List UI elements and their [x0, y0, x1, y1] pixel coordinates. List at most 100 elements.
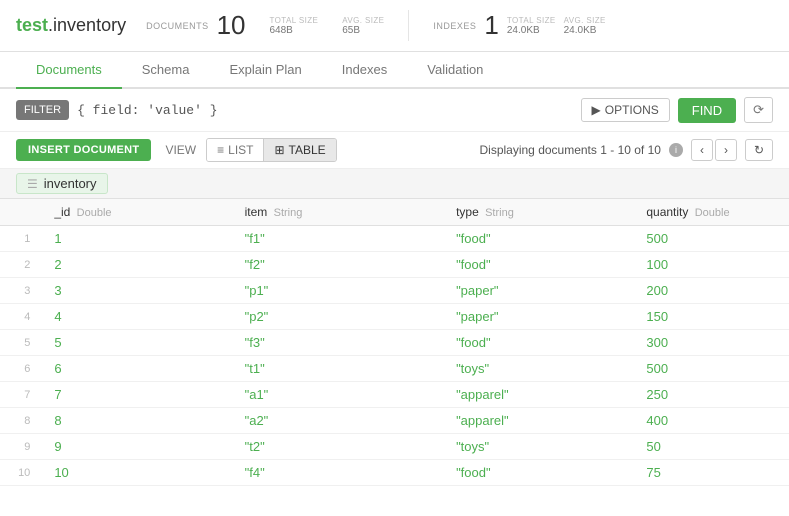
find-button[interactable]: FIND: [678, 98, 736, 123]
row-number: 2: [0, 252, 38, 278]
documents-label: DOCUMENTS: [146, 21, 209, 31]
indexes-avg-size-label: AVG. SIZE: [564, 16, 606, 25]
info-icon[interactable]: i: [669, 143, 683, 157]
cell-id: 10: [38, 460, 228, 486]
insert-document-button[interactable]: INSERT DOCUMENT: [16, 139, 151, 161]
cell-item: "f4": [229, 460, 440, 486]
chevron-right-icon: ▶: [592, 103, 601, 117]
app-header: test.inventory DOCUMENTS 10 TOTAL SIZE 6…: [0, 0, 789, 52]
table-icon: ⊞: [274, 143, 284, 157]
total-size-value: 648B: [270, 25, 293, 36]
pagination-text: Displaying documents 1 - 10 of 10: [480, 143, 661, 157]
cell-id: 9: [38, 434, 228, 460]
cell-type: "food": [440, 330, 630, 356]
col-type-type: String: [485, 207, 514, 219]
cell-item: "f3": [229, 330, 440, 356]
pagination-nav: ‹ ›: [691, 139, 737, 161]
filter-input[interactable]: [77, 103, 572, 118]
col-item-label: item: [245, 205, 268, 219]
header-stats: DOCUMENTS 10 TOTAL SIZE 648B AVG. SIZE 6…: [146, 10, 606, 41]
tab-documents[interactable]: Documents: [16, 52, 122, 89]
list-view-button[interactable]: ≡ LIST: [207, 139, 263, 161]
cell-id: 2: [38, 252, 228, 278]
cell-item: "p1": [229, 278, 440, 304]
cell-id: 1: [38, 226, 228, 252]
indexes-total-size-value: 24.0KB: [507, 25, 540, 36]
filter-label: FILTER: [24, 104, 61, 116]
cell-item: "f2": [229, 252, 440, 278]
table-header-row: _id Double item String type String quant…: [0, 199, 789, 226]
col-header-type: type String: [440, 199, 630, 226]
documents-table: _id Double item String type String quant…: [0, 199, 789, 486]
cell-quantity: 100: [630, 252, 789, 278]
cell-item: "f1": [229, 226, 440, 252]
indexes-total-size: TOTAL SIZE 24.0KB: [507, 16, 556, 36]
collection-name: inventory: [44, 176, 97, 191]
next-page-button[interactable]: ›: [715, 139, 737, 161]
col-header-id: _id Double: [38, 199, 228, 226]
row-number: 5: [0, 330, 38, 356]
collection-header: ☰ inventory: [0, 169, 789, 199]
cell-quantity: 500: [630, 356, 789, 382]
table-row: 1 1 "f1" "food" 500: [0, 226, 789, 252]
filter-button[interactable]: FILTER: [16, 100, 69, 120]
table-row: 2 2 "f2" "food" 100: [0, 252, 789, 278]
cell-type: "food": [440, 226, 630, 252]
indexes-count: 1: [484, 10, 498, 41]
cell-type: "paper": [440, 278, 630, 304]
list-label: LIST: [228, 143, 253, 157]
cell-type: "toys": [440, 356, 630, 382]
history-icon: ⟳: [753, 102, 764, 117]
table-row: 6 6 "t1" "toys" 500: [0, 356, 789, 382]
cell-type: "apparel": [440, 382, 630, 408]
query-history-button[interactable]: ⟳: [744, 97, 773, 123]
collection-icon: ☰: [27, 177, 38, 191]
pagination-info: Displaying documents 1 - 10 of 10 i ‹ › …: [480, 139, 774, 161]
cell-quantity: 75: [630, 460, 789, 486]
cell-id: 4: [38, 304, 228, 330]
avg-size-label: AVG. SIZE: [342, 16, 384, 25]
indexes-stat-group: INDEXES 1 TOTAL SIZE 24.0KB AVG. SIZE 24…: [408, 10, 605, 41]
tab-indexes[interactable]: Indexes: [322, 52, 408, 89]
view-label: VIEW: [165, 143, 196, 157]
cell-item: "p2": [229, 304, 440, 330]
indexes-label: INDEXES: [433, 21, 476, 31]
table-view-button[interactable]: ⊞ TABLE: [263, 139, 335, 161]
prev-page-button[interactable]: ‹: [691, 139, 713, 161]
options-label: OPTIONS: [605, 103, 659, 117]
cell-quantity: 200: [630, 278, 789, 304]
logo-prefix: test: [16, 15, 48, 35]
cell-id: 6: [38, 356, 228, 382]
cell-id: 5: [38, 330, 228, 356]
table-row: 7 7 "a1" "apparel" 250: [0, 382, 789, 408]
cell-quantity: 150: [630, 304, 789, 330]
tab-explain-plan[interactable]: Explain Plan: [209, 52, 321, 89]
tab-schema[interactable]: Schema: [122, 52, 210, 89]
filter-toolbar: FILTER ▶ OPTIONS FIND ⟳: [0, 89, 789, 132]
total-size-stat: TOTAL SIZE 648B: [270, 16, 319, 36]
col-qty-label: quantity: [646, 205, 688, 219]
cell-type: "apparel": [440, 408, 630, 434]
col-item-type: String: [274, 207, 303, 219]
row-number: 7: [0, 382, 38, 408]
action-bar: INSERT DOCUMENT VIEW ≡ LIST ⊞ TABLE Disp…: [0, 132, 789, 169]
cell-id: 3: [38, 278, 228, 304]
cell-type: "toys": [440, 434, 630, 460]
refresh-button[interactable]: ↻: [745, 139, 773, 161]
col-type-label: type: [456, 205, 479, 219]
documents-table-container: _id Double item String type String quant…: [0, 199, 789, 516]
tab-validation[interactable]: Validation: [407, 52, 503, 89]
tab-bar: Documents Schema Explain Plan Indexes Va…: [0, 52, 789, 89]
collection-name-badge: ☰ inventory: [16, 173, 108, 194]
total-size-label: TOTAL SIZE: [270, 16, 319, 25]
cell-item: "t1": [229, 356, 440, 382]
cell-type: "food": [440, 252, 630, 278]
indexes-total-size-label: TOTAL SIZE: [507, 16, 556, 25]
col-id-label: _id: [54, 205, 70, 219]
indexes-avg-size: AVG. SIZE 24.0KB: [564, 16, 606, 36]
row-number: 10: [0, 460, 38, 486]
documents-count: 10: [217, 10, 246, 41]
options-button[interactable]: ▶ OPTIONS: [581, 98, 670, 122]
table-label: TABLE: [289, 143, 326, 157]
cell-quantity: 50: [630, 434, 789, 460]
